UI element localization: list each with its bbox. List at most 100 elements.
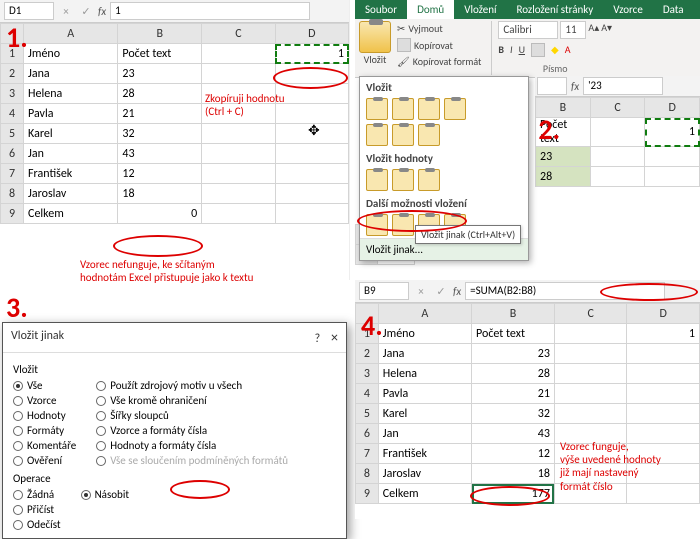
cell[interactable]: Počet text [472, 324, 555, 344]
cell[interactable] [275, 64, 348, 84]
row-header[interactable]: 5 [1, 124, 24, 144]
cell[interactable] [645, 147, 700, 167]
name-box-1[interactable]: D1 [4, 2, 54, 20]
tab-data[interactable]: Data [653, 0, 694, 19]
col-header-B[interactable]: B [472, 304, 555, 324]
radio-formats[interactable]: Formáty [13, 423, 76, 438]
radio-values[interactable]: Hodnoty [13, 408, 76, 423]
col-header-C[interactable]: C [202, 24, 275, 44]
cell[interactable] [202, 164, 275, 184]
cell[interactable] [275, 204, 348, 224]
border-icon[interactable] [531, 43, 545, 57]
cell[interactable] [627, 344, 700, 364]
cell[interactable] [590, 118, 645, 147]
copy-button[interactable]: Kopírovat [395, 37, 483, 53]
dialog-close-button[interactable]: × [331, 329, 338, 346]
format-painter-button[interactable]: 🖌Kopírovat formát [395, 54, 483, 69]
grow-font-icon[interactable]: A▴ [588, 21, 599, 39]
name-box-2[interactable] [537, 77, 567, 95]
cell[interactable]: 32 [118, 124, 202, 144]
cell-D1-selected[interactable]: 1 [275, 44, 348, 64]
radio-formulas[interactable]: Vzorce [13, 393, 76, 408]
cell[interactable]: 28 [536, 167, 591, 187]
radio-col-widths[interactable]: Šířky sloupců [96, 408, 288, 423]
cut-button[interactable]: ✂Vyjmout [395, 21, 483, 36]
sheet-1[interactable]: A B C D 1JménoPočet text1 2Jana23 3Helen… [0, 23, 349, 224]
cell[interactable]: 32 [472, 404, 555, 424]
cell[interactable]: 1 [645, 118, 700, 147]
cell[interactable]: 1 [627, 324, 700, 344]
cell[interactable] [202, 44, 275, 64]
row-header[interactable]: 5 [356, 404, 379, 424]
formula-input-2[interactable]: '23 [583, 77, 663, 95]
radio-multiply[interactable]: Násobit [81, 487, 129, 502]
font-name-select[interactable]: Calibri [498, 21, 558, 39]
cell[interactable] [554, 324, 627, 344]
tab-insert[interactable]: Vložení [454, 0, 506, 19]
tab-layout[interactable]: Rozložení stránky [507, 0, 604, 19]
cell[interactable]: Jaroslav [378, 464, 471, 484]
row-header[interactable]: 2 [356, 344, 379, 364]
row-header[interactable]: 9 [1, 204, 24, 224]
paste-values-icon[interactable] [366, 169, 388, 191]
cell[interactable]: Počet text [118, 44, 202, 64]
cell[interactable]: Jméno [378, 324, 471, 344]
cell[interactable]: 21 [472, 384, 555, 404]
cell[interactable] [202, 144, 275, 164]
italic-button[interactable]: I [510, 43, 513, 57]
cell[interactable]: 28 [118, 84, 202, 104]
cell[interactable]: 18 [118, 184, 202, 204]
row-header[interactable]: 8 [356, 464, 379, 484]
paste-button-icon[interactable] [359, 21, 391, 53]
cell[interactable]: 28 [472, 364, 555, 384]
cell[interactable]: 43 [472, 424, 555, 444]
radio-none[interactable]: Žádná [13, 487, 61, 502]
cell[interactable]: 23 [536, 147, 591, 167]
cell[interactable]: František [24, 164, 118, 184]
cell[interactable]: František [378, 444, 471, 464]
radio-all[interactable]: Vše [13, 378, 76, 393]
cell[interactable] [645, 167, 700, 187]
paste-option-icon[interactable] [418, 124, 440, 146]
cell[interactable] [590, 167, 645, 187]
name-box-4[interactable]: B9 [359, 282, 409, 300]
cell[interactable] [554, 344, 627, 364]
cell[interactable]: 12 [118, 164, 202, 184]
radio-formulas-numfmt[interactable]: Vzorce a formáty čísla [96, 423, 288, 438]
cell[interactable]: Pavla [378, 384, 471, 404]
cell[interactable]: Karel [378, 404, 471, 424]
cell[interactable]: 18 [472, 464, 555, 484]
cell[interactable] [275, 84, 348, 104]
paste-option-icon[interactable] [444, 98, 466, 120]
col-header-D[interactable]: D [645, 98, 700, 118]
cell[interactable]: Karel [24, 124, 118, 144]
radio-comments[interactable]: Komentáře [13, 438, 76, 453]
dialog-help-button[interactable]: ? [315, 332, 321, 346]
cell[interactable]: Jan [24, 144, 118, 164]
formula-input-1[interactable]: 1 [110, 2, 310, 20]
paste-option-icon[interactable] [392, 124, 414, 146]
cell[interactable]: 23 [118, 64, 202, 84]
paste-option-icon[interactable] [366, 98, 388, 120]
col-header-B[interactable]: B [118, 24, 202, 44]
col-header-C[interactable]: C [590, 98, 645, 118]
cell[interactable]: Jméno [24, 44, 118, 64]
row-header[interactable]: 3 [1, 84, 24, 104]
tab-file[interactable]: Soubor [355, 0, 407, 19]
cell[interactable]: Jana [378, 344, 471, 364]
paste-values-icon[interactable] [392, 169, 414, 191]
row-header[interactable]: 8 [1, 184, 24, 204]
row-header[interactable]: 6 [1, 144, 24, 164]
paste-values-icon[interactable] [418, 169, 440, 191]
cell-B9-zero[interactable]: 0 [118, 204, 202, 224]
font-size-select[interactable]: 11 [560, 21, 586, 39]
cell[interactable]: Jana [24, 64, 118, 84]
col-header-A[interactable]: A [378, 304, 471, 324]
row-header[interactable]: 4 [356, 384, 379, 404]
cell[interactable] [590, 147, 645, 167]
cell[interactable]: 21 [118, 104, 202, 124]
row-header[interactable]: 4 [1, 104, 24, 124]
cell[interactable] [275, 144, 348, 164]
col-header-A[interactable]: A [24, 24, 118, 44]
paste-option-icon[interactable] [366, 124, 388, 146]
